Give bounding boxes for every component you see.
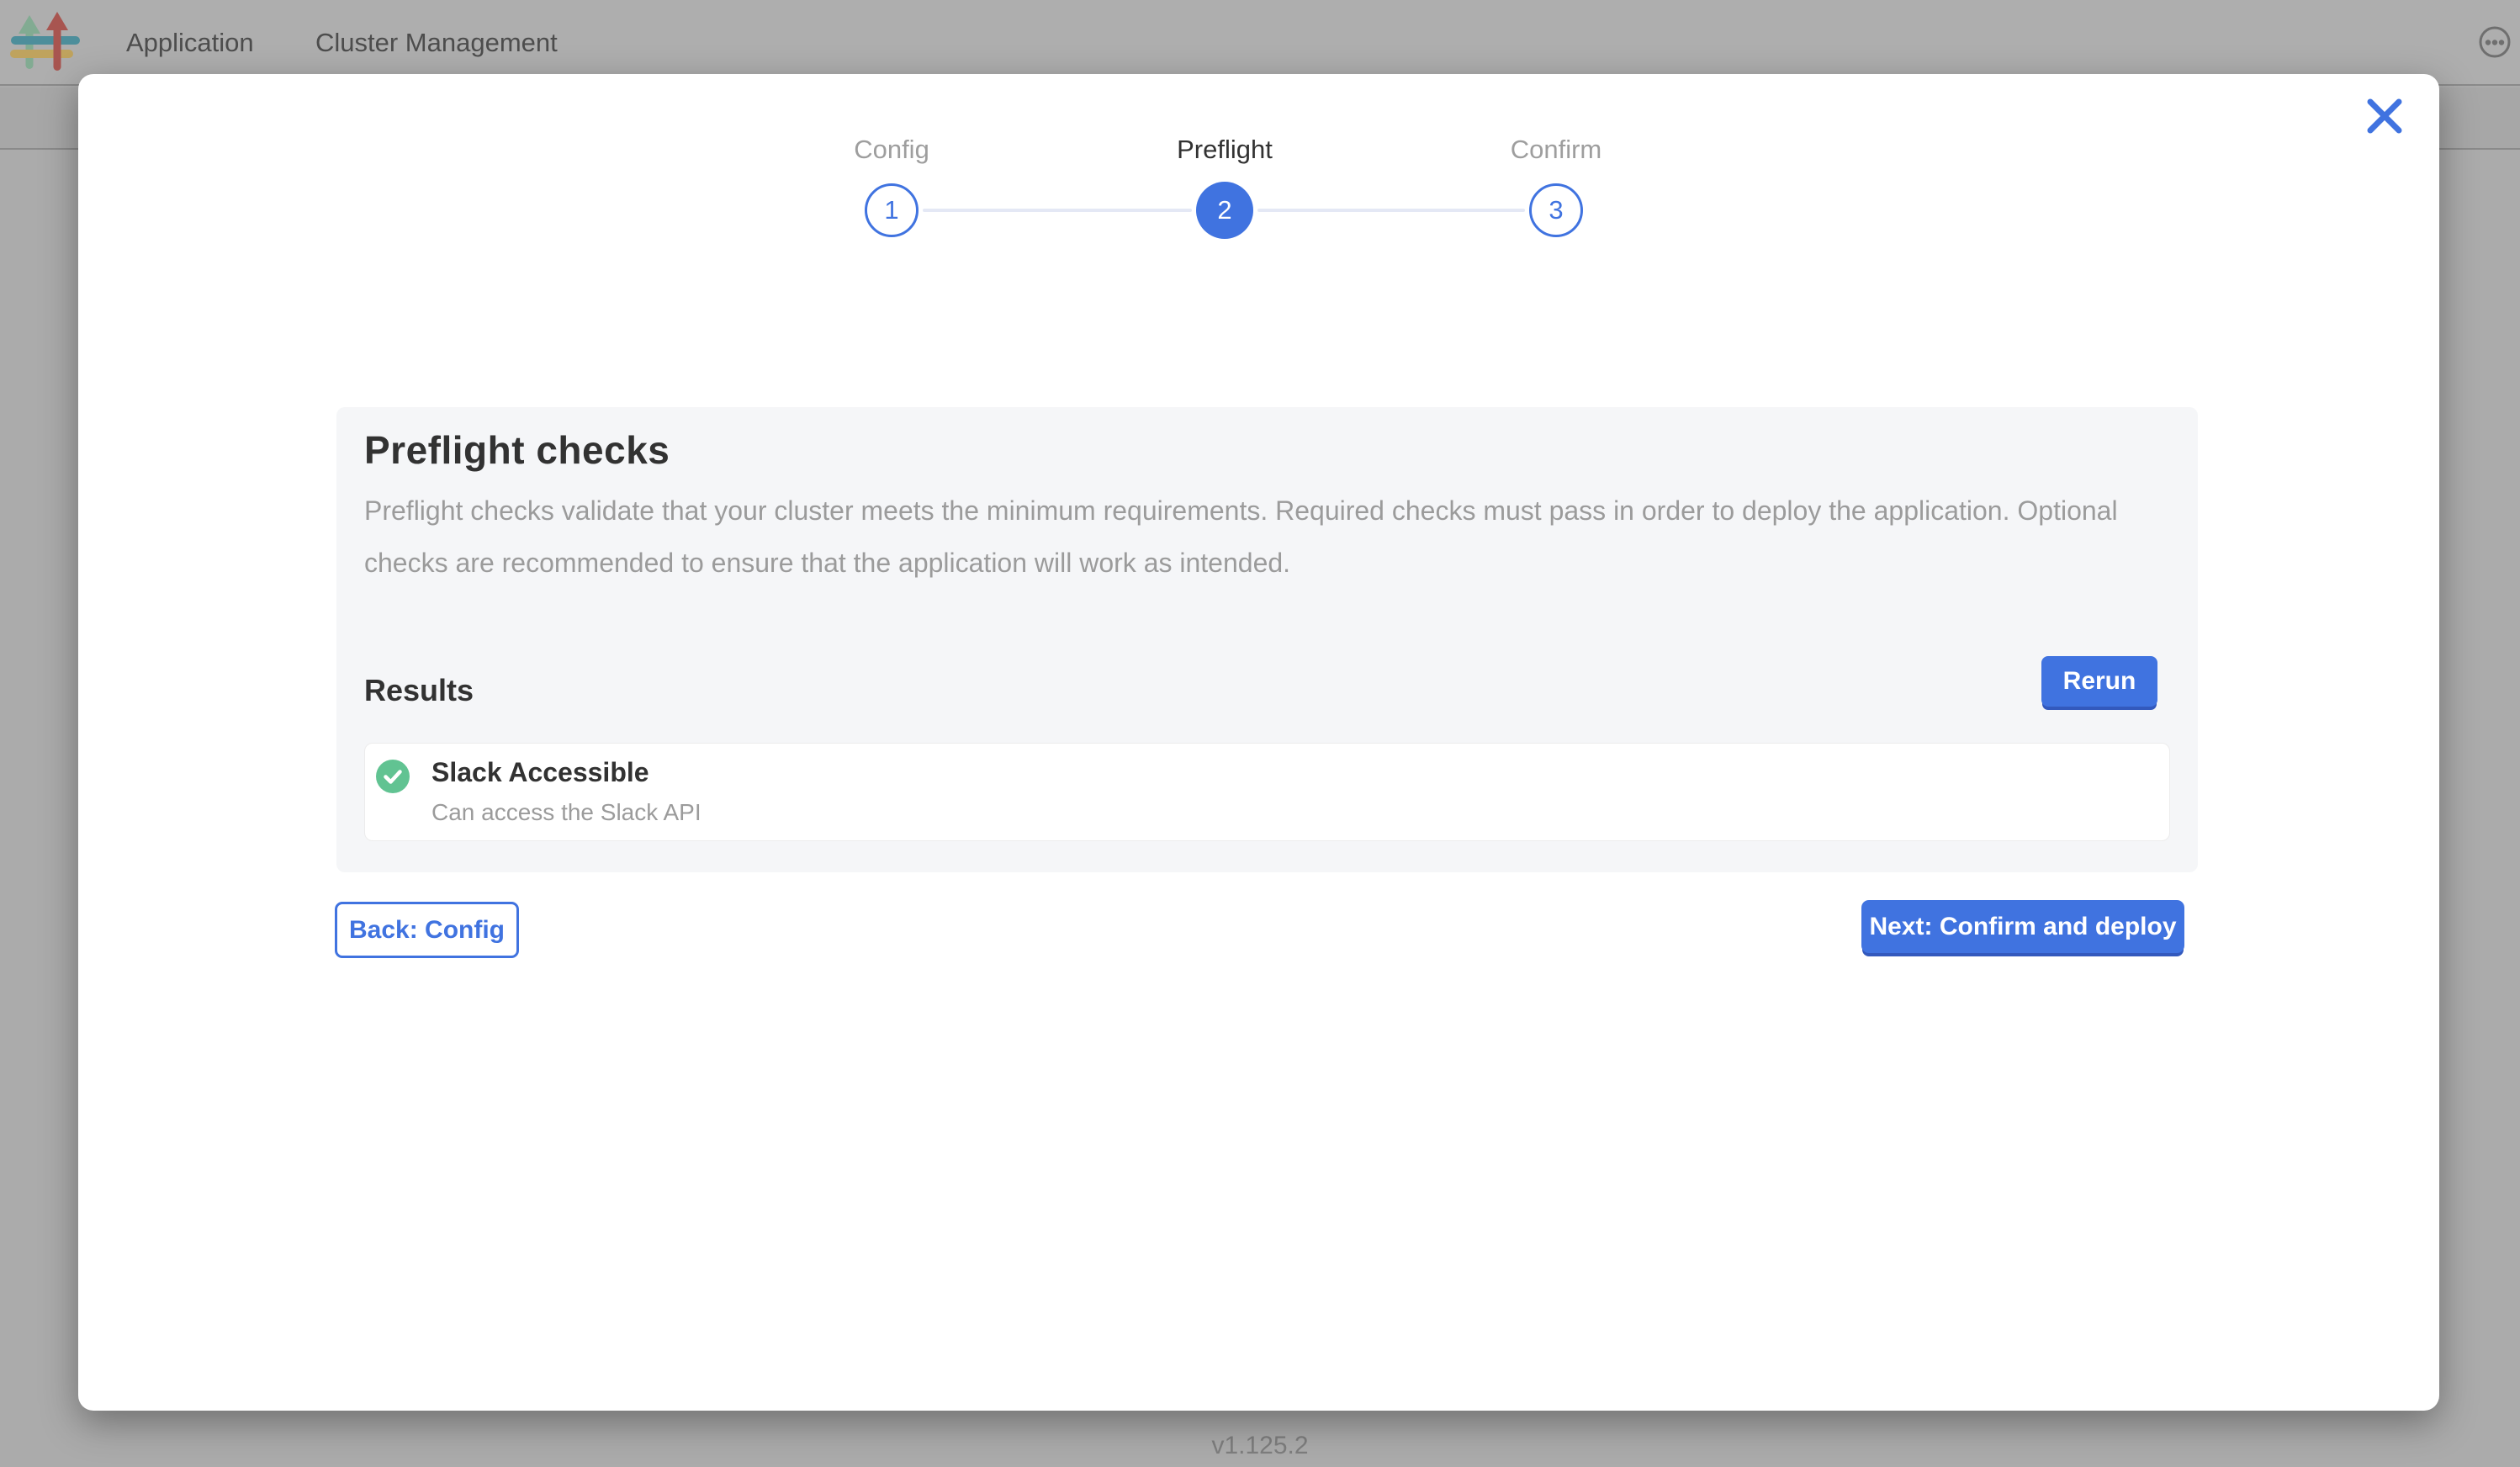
- screen: Application Cluster Management v1.125.2 …: [0, 0, 2520, 1467]
- close-icon: [2361, 93, 2408, 140]
- step-connector: [1257, 209, 1525, 212]
- nav-item-application[interactable]: Application: [126, 0, 254, 86]
- step-circle-confirm: 3: [1529, 183, 1583, 237]
- step-label-confirm: Confirm: [1511, 135, 1602, 165]
- preflight-description: Preflight checks validate that your clus…: [364, 485, 2118, 589]
- ellipsis-menu-icon[interactable]: [2479, 26, 2511, 58]
- check-name: Slack Accessible: [431, 757, 649, 788]
- preflight-title: Preflight checks: [364, 427, 670, 473]
- step-circle-config: 1: [865, 183, 919, 237]
- step-circle-preflight: 2: [1196, 182, 1253, 239]
- check-circle-icon: [376, 760, 410, 793]
- next-confirm-deploy-button[interactable]: Next: Confirm and deploy: [1861, 900, 2184, 953]
- check-result-row: Slack Accessible Can access the Slack AP…: [364, 743, 2170, 841]
- check-message: Can access the Slack API: [431, 799, 701, 826]
- preflight-modal: Config Preflight Confirm 1 2 3 Preflight…: [78, 74, 2439, 1411]
- close-button[interactable]: [2361, 93, 2408, 140]
- nav-item-cluster-management[interactable]: Cluster Management: [315, 0, 558, 86]
- step-connector: [923, 209, 1192, 212]
- app-logo-icon: [10, 8, 81, 74]
- results-heading: Results: [364, 673, 474, 708]
- back-config-button[interactable]: Back: Config: [335, 902, 519, 958]
- preflight-card: Preflight checks Preflight checks valida…: [336, 407, 2198, 872]
- app-version: v1.125.2: [0, 1432, 2520, 1460]
- top-nav-bar: Application Cluster Management: [0, 0, 2520, 86]
- step-label-config: Config: [854, 135, 929, 165]
- step-label-preflight: Preflight: [1177, 135, 1273, 165]
- rerun-button[interactable]: Rerun: [2041, 656, 2157, 707]
